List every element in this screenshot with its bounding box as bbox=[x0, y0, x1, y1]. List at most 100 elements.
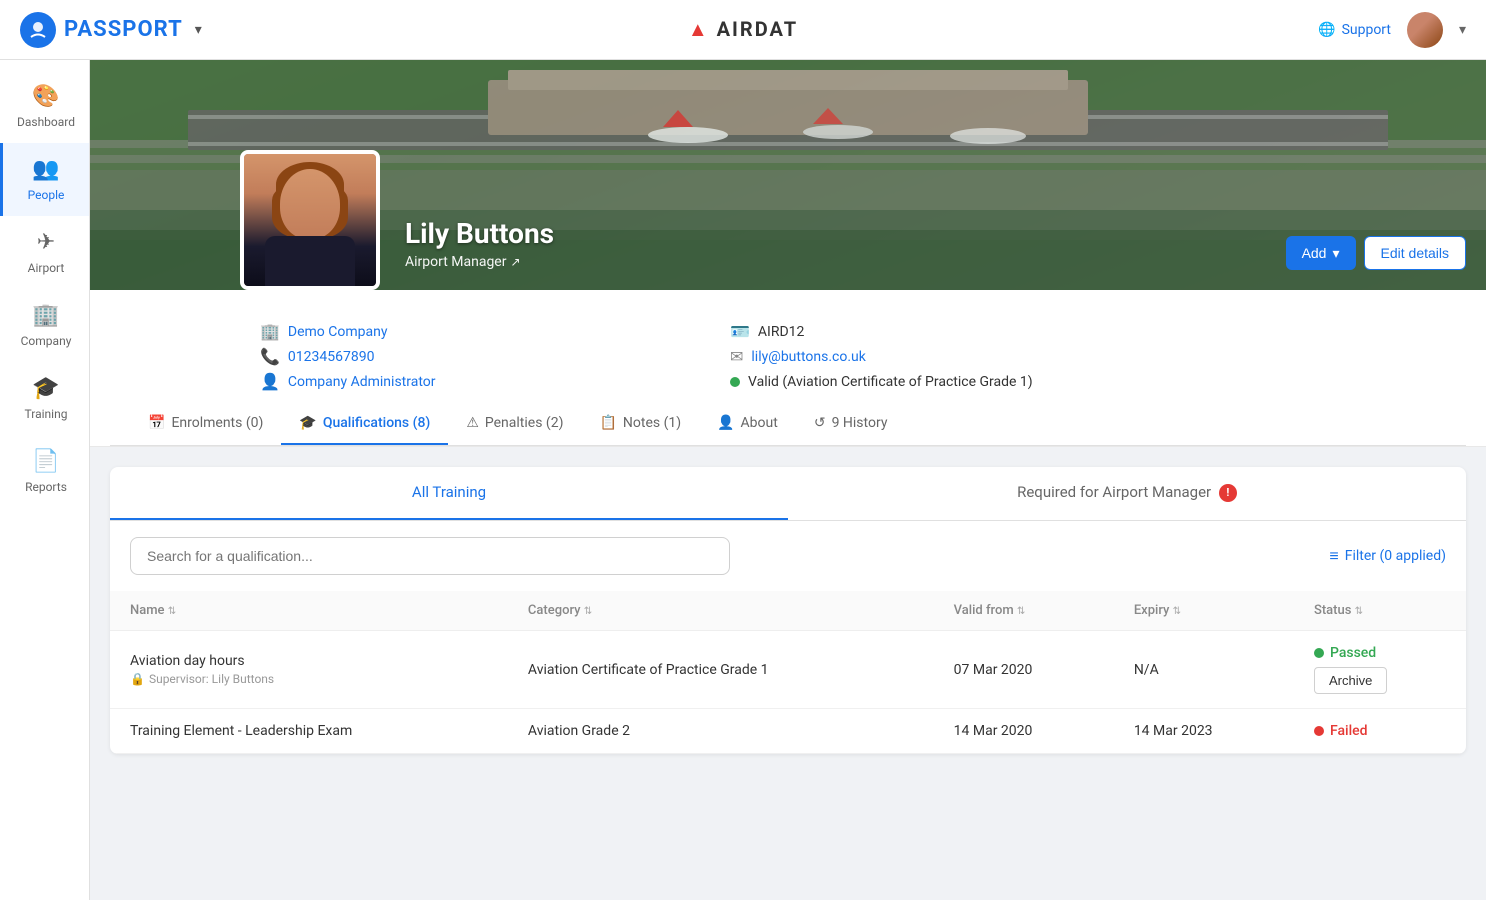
row1-name-cell: Aviation day hours 🔒 Supervisor: Lily Bu… bbox=[110, 631, 508, 709]
profile-photo bbox=[240, 150, 380, 290]
profile-details: 🏢 Demo Company 🪪 AIRD12 📞 01234567890 ✉ … bbox=[90, 290, 1486, 447]
profile-role-text: Airport Manager bbox=[405, 254, 506, 270]
sub-tab-required[interactable]: Required for Airport Manager ! bbox=[788, 467, 1466, 520]
support-globe-icon: 🌐 bbox=[1318, 22, 1335, 38]
sidebar-label-reports: Reports bbox=[25, 480, 67, 494]
history-tab-label: 9 History bbox=[832, 415, 888, 431]
profile-tabs: 📅 Enrolments (0) 🎓 Qualifications (8) ⚠ … bbox=[110, 403, 1466, 446]
search-input[interactable] bbox=[130, 537, 730, 575]
th-name[interactable]: Name ⇅ bbox=[110, 591, 508, 631]
qualifications-content: All Training Required for Airport Manage… bbox=[90, 447, 1486, 774]
row1-category: Aviation Certificate of Practice Grade 1 bbox=[508, 631, 934, 709]
th-category-label: Category bbox=[528, 603, 581, 618]
top-navigation: PASSPORT ▾ ▲ AIRDAT 🌐 Support ▾ bbox=[0, 0, 1486, 60]
tab-qualifications[interactable]: 🎓 Qualifications (8) bbox=[281, 403, 448, 445]
row2-name: Training Element - Leadership Exam bbox=[130, 723, 488, 739]
company-icon-detail: 🏢 bbox=[260, 322, 280, 341]
sidebar-item-reports[interactable]: 📄 Reports bbox=[0, 435, 89, 508]
th-valid-from-label: Valid from bbox=[954, 603, 1014, 618]
all-training-label: All Training bbox=[412, 483, 486, 501]
archive-button[interactable]: Archive bbox=[1314, 667, 1387, 694]
row2-expiry: 14 Mar 2023 bbox=[1114, 709, 1294, 754]
profile-role: Airport Manager ↗ bbox=[405, 254, 554, 270]
logo-area[interactable]: PASSPORT ▾ bbox=[20, 12, 202, 48]
profile-actions: Add ▾ Edit details bbox=[1286, 236, 1466, 270]
company-icon: 🏢 bbox=[32, 303, 59, 328]
sidebar: 🎨 Dashboard 👥 People ✈ Airport 🏢 Company… bbox=[0, 60, 90, 900]
training-icon: 🎓 bbox=[32, 376, 59, 401]
sidebar-label-dashboard: Dashboard bbox=[17, 115, 75, 129]
app-title: PASSPORT bbox=[64, 17, 183, 42]
filter-button[interactable]: ≡ Filter (0 applied) bbox=[1329, 546, 1446, 566]
sidebar-item-airport[interactable]: ✈ Airport bbox=[0, 216, 89, 289]
logo-dropdown-caret[interactable]: ▾ bbox=[195, 22, 202, 38]
support-link[interactable]: 🌐 Support bbox=[1318, 22, 1391, 38]
name-sort-icon[interactable]: ⇅ bbox=[168, 606, 176, 617]
th-expiry[interactable]: Expiry ⇅ bbox=[1114, 591, 1294, 631]
support-label: Support bbox=[1342, 22, 1391, 38]
add-button-label: Add bbox=[1302, 245, 1327, 261]
th-valid-from[interactable]: Valid from ⇅ bbox=[934, 591, 1114, 631]
id-icon: 🪪 bbox=[730, 322, 750, 341]
valid-from-sort-icon[interactable]: ⇅ bbox=[1017, 606, 1025, 617]
edit-details-button[interactable]: Edit details bbox=[1364, 236, 1466, 270]
expiry-sort-icon[interactable]: ⇅ bbox=[1173, 606, 1181, 617]
email-icon: ✉ bbox=[730, 347, 743, 366]
required-warning-dot: ! bbox=[1219, 484, 1237, 502]
status-sort-icon[interactable]: ⇅ bbox=[1355, 606, 1363, 617]
tab-history[interactable]: ↺ 9 History bbox=[796, 403, 906, 445]
add-dropdown-caret: ▾ bbox=[1332, 245, 1339, 262]
email-link[interactable]: lily@buttons.co.uk bbox=[751, 349, 865, 365]
job-title[interactable]: Company Administrator bbox=[288, 374, 436, 390]
notes-tab-icon: 📋 bbox=[599, 415, 616, 431]
category-sort-icon[interactable]: ⇅ bbox=[584, 606, 592, 617]
top-nav-right: 🌐 Support ▾ bbox=[1318, 12, 1466, 48]
job-title-detail: 👤 Company Administrator bbox=[260, 372, 690, 391]
sidebar-item-dashboard[interactable]: 🎨 Dashboard bbox=[0, 70, 89, 143]
user-menu-caret[interactable]: ▾ bbox=[1459, 22, 1466, 38]
profile-name: Lily Buttons bbox=[405, 217, 554, 250]
sub-tab-all-training[interactable]: All Training bbox=[110, 467, 788, 520]
sidebar-label-company: Company bbox=[21, 334, 72, 348]
qualifications-tab-label: Qualifications (8) bbox=[323, 415, 431, 431]
tab-about[interactable]: 👤 About bbox=[699, 403, 796, 445]
history-tab-icon: ↺ bbox=[814, 415, 826, 431]
row1-status-cell: Passed Archive bbox=[1294, 631, 1466, 709]
tab-penalties[interactable]: ⚠ Penalties (2) bbox=[448, 403, 581, 445]
tab-notes[interactable]: 📋 Notes (1) bbox=[581, 403, 699, 445]
tab-enrolments[interactable]: 📅 Enrolments (0) bbox=[130, 403, 281, 445]
sidebar-item-company[interactable]: 🏢 Company bbox=[0, 289, 89, 362]
th-expiry-label: Expiry bbox=[1134, 603, 1170, 618]
row2-status-text: Failed bbox=[1330, 723, 1368, 739]
row1-status-text: Passed bbox=[1330, 645, 1376, 661]
phone-link[interactable]: 01234567890 bbox=[288, 349, 375, 365]
row1-expiry: N/A bbox=[1114, 631, 1294, 709]
row2-category: Aviation Grade 2 bbox=[508, 709, 934, 754]
add-button[interactable]: Add ▾ bbox=[1286, 236, 1356, 270]
enrolments-tab-label: Enrolments (0) bbox=[171, 415, 263, 431]
center-logo-area: ▲ AIRDAT bbox=[688, 17, 798, 42]
main-layout: 🎨 Dashboard 👥 People ✈ Airport 🏢 Company… bbox=[0, 60, 1486, 900]
supervisor-icon: 🔒 bbox=[130, 672, 145, 686]
main-content: Lily Buttons Airport Manager ↗ Add ▾ Edi… bbox=[90, 60, 1486, 900]
logo-icon bbox=[20, 12, 56, 48]
sidebar-item-training[interactable]: 🎓 Training bbox=[0, 362, 89, 435]
email-detail: ✉ lily@buttons.co.uk bbox=[730, 347, 1160, 366]
row2-status: Failed bbox=[1314, 723, 1446, 739]
filter-label: Filter (0 applied) bbox=[1345, 548, 1446, 564]
valid-status-detail: Valid (Aviation Certificate of Practice … bbox=[730, 372, 1160, 391]
external-link-icon[interactable]: ↗ bbox=[510, 255, 520, 269]
qualifications-tab-icon: 🎓 bbox=[299, 415, 316, 431]
row1-supervisor-text: Supervisor: Lily Buttons bbox=[149, 672, 274, 686]
table-row: Aviation day hours 🔒 Supervisor: Lily Bu… bbox=[110, 631, 1466, 709]
company-link[interactable]: Demo Company bbox=[288, 324, 388, 340]
row1-valid-from: 07 Mar 2020 bbox=[934, 631, 1114, 709]
phone-icon: 📞 bbox=[260, 347, 280, 366]
sidebar-item-people[interactable]: 👥 People bbox=[0, 143, 89, 216]
user-avatar[interactable] bbox=[1407, 12, 1443, 48]
th-status[interactable]: Status ⇅ bbox=[1294, 591, 1466, 631]
table-row: Training Element - Leadership Exam Aviat… bbox=[110, 709, 1466, 754]
th-category[interactable]: Category ⇅ bbox=[508, 591, 934, 631]
table-body: Aviation day hours 🔒 Supervisor: Lily Bu… bbox=[110, 631, 1466, 754]
row1-status: Passed bbox=[1314, 645, 1446, 661]
